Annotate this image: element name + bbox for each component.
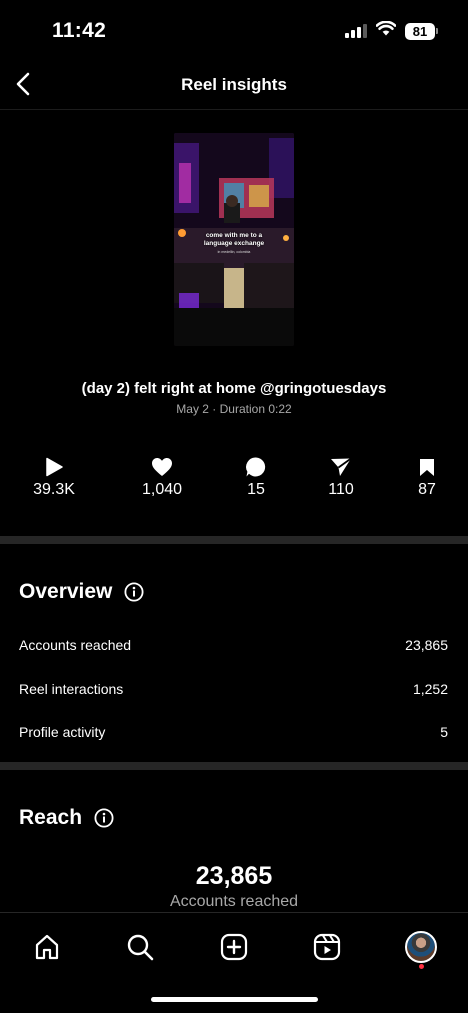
nav-reels[interactable] xyxy=(309,929,345,965)
overview-row[interactable]: Accounts reached 23,865 xyxy=(19,637,448,653)
cellular-signal-icon xyxy=(345,24,367,38)
stat-likes: 1,040 xyxy=(122,456,202,499)
bookmark-icon xyxy=(387,456,467,478)
row-label: Accounts reached xyxy=(19,637,132,653)
share-icon xyxy=(301,456,381,478)
overview-title-text: Overview xyxy=(19,580,113,603)
row-value: 1,252 xyxy=(412,681,448,697)
info-icon[interactable] xyxy=(124,582,144,602)
battery-level: 81 xyxy=(405,22,435,40)
overview-row[interactable]: Reel interactions 1,252 xyxy=(19,681,448,697)
stat-comments: 15 xyxy=(216,456,296,499)
avatar xyxy=(405,931,437,963)
thumbnail-subtext: in medellin, colombia xyxy=(217,250,251,254)
search-icon xyxy=(127,934,154,961)
nav-home[interactable] xyxy=(29,929,65,965)
row-value: 5 xyxy=(440,724,448,740)
notification-dot xyxy=(419,964,424,969)
reach-title: Reach xyxy=(19,806,114,830)
stat-plays-value: 39.3K xyxy=(33,481,75,498)
status-icons: 81 xyxy=(345,20,438,41)
comment-icon xyxy=(216,456,296,478)
home-icon xyxy=(35,934,59,960)
section-divider xyxy=(0,762,468,770)
reach-value: 23,865 xyxy=(195,862,273,890)
section-divider xyxy=(0,536,468,544)
thumbnail-text: come with me to a language exchange xyxy=(203,232,265,248)
reel-caption: (day 2) felt right at home @gringotuesda… xyxy=(81,380,387,397)
stat-shares-value: 110 xyxy=(328,481,354,498)
reel-thumbnail[interactable]: come with me to a language exchange in m… xyxy=(174,133,294,346)
stat-saves: 87 xyxy=(387,456,467,499)
info-icon[interactable] xyxy=(94,808,114,828)
heart-icon xyxy=(122,456,202,478)
reach-title-text: Reach xyxy=(19,806,83,829)
page-title: Reel insights xyxy=(181,75,287,94)
status-bar: 11:42 81 xyxy=(0,0,468,60)
reels-icon xyxy=(313,933,341,961)
create-icon xyxy=(220,933,248,961)
overview-row[interactable]: Profile activity 5 xyxy=(19,724,448,740)
nav-create[interactable] xyxy=(216,929,252,965)
stat-shares: 110 xyxy=(301,456,381,499)
header: Reel insights xyxy=(0,60,468,110)
stat-comments-value: 15 xyxy=(247,481,265,498)
nav-profile[interactable] xyxy=(403,929,439,965)
play-icon xyxy=(14,456,94,478)
reach-label: Accounts reached xyxy=(169,893,299,910)
wifi-icon xyxy=(375,20,397,41)
battery-icon: 81 xyxy=(405,22,438,40)
row-label: Reel interactions xyxy=(19,681,124,697)
overview-title: Overview xyxy=(19,580,144,604)
reel-meta: May 2 · Duration 0:22 xyxy=(176,402,292,416)
status-time: 11:42 xyxy=(52,19,107,42)
stat-plays: 39.3K xyxy=(14,456,94,499)
row-label: Profile activity xyxy=(19,724,106,740)
home-indicator xyxy=(151,997,318,1002)
nav-search[interactable] xyxy=(122,929,158,965)
row-value: 23,865 xyxy=(405,637,448,653)
stat-saves-value: 87 xyxy=(418,481,436,498)
stat-likes-value: 1,040 xyxy=(141,481,183,498)
